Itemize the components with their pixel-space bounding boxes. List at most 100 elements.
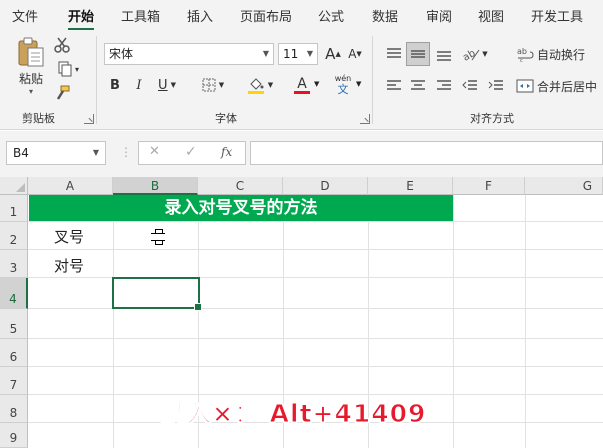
chevron-down-icon: ▾ <box>28 87 33 96</box>
column-header-g[interactable]: G <box>525 177 603 195</box>
tab-toolbox[interactable]: 工具箱 <box>121 6 160 25</box>
ribbon-tab-bar: 文件 开始 工具箱 插入 页面布局 公式 数据 审阅 视图 开发工具 <box>0 0 603 31</box>
row-header-6[interactable]: 6 <box>0 339 28 367</box>
grow-font-button[interactable]: A ▲ <box>324 43 342 65</box>
align-left-button[interactable] <box>382 74 406 98</box>
align-bottom-icon <box>437 51 451 61</box>
row-header-2[interactable]: 2 <box>0 222 28 250</box>
formula-buttons: ✕ ✓ fx <box>138 141 246 165</box>
bold-button[interactable]: B <box>106 74 124 96</box>
border-grid-icon <box>202 78 216 92</box>
middle-align-button[interactable] <box>406 42 430 66</box>
copy-button[interactable]: ▾ <box>52 60 84 78</box>
caret-down-icon: ▼ <box>356 50 362 58</box>
wrap-text-icon: ab c <box>517 47 534 62</box>
alignment-group-label: 对齐方式 <box>470 112 514 125</box>
gridline <box>525 195 526 448</box>
increase-indent-button[interactable] <box>484 74 508 98</box>
column-header-b[interactable]: B <box>113 177 198 195</box>
align-top-icon <box>387 48 401 58</box>
clipboard-launcher-icon[interactable] <box>84 114 94 124</box>
column-header-e[interactable]: E <box>368 177 453 195</box>
formula-input[interactable] <box>250 141 603 165</box>
font-launcher-icon[interactable] <box>360 114 370 124</box>
column-header-c[interactable]: C <box>198 177 283 195</box>
paste-button[interactable]: 粘贴 ▾ <box>12 36 50 96</box>
name-box-value: B4 <box>13 146 29 160</box>
name-box[interactable]: B4 ▼ <box>6 141 106 165</box>
row-header-7[interactable]: 7 <box>0 367 28 395</box>
clipboard-group-label: 剪贴板 <box>22 112 55 125</box>
worksheet-grid: A B C D E F G 1 2 3 4 5 6 7 8 9 录入对号叉号的方… <box>0 177 603 448</box>
merge-center-button[interactable]: 合并后居中 <box>516 74 603 98</box>
svg-text:c: c <box>520 58 523 62</box>
row-header-8[interactable]: 8 <box>0 395 28 423</box>
confirm-button[interactable]: ✓ <box>185 144 197 160</box>
chevron-down-icon: ▼ <box>170 81 176 89</box>
indent-increase-icon <box>488 80 503 90</box>
font-name-select[interactable]: 宋体 ▼ <box>104 43 274 65</box>
caret-up-icon: ▲ <box>335 50 341 58</box>
tab-developer[interactable]: 开发工具 <box>531 6 583 25</box>
tab-home[interactable]: 开始 <box>68 6 95 31</box>
tab-data[interactable]: 数据 <box>372 6 398 25</box>
bottom-align-button[interactable] <box>432 42 456 66</box>
wrap-text-button[interactable]: ab c 自动换行 <box>516 42 602 66</box>
row-header-1[interactable]: 1 <box>0 195 28 222</box>
cut-button[interactable] <box>52 36 72 54</box>
wrap-text-label: 自动换行 <box>537 47 586 62</box>
chevron-down-icon: ▼ <box>356 80 362 88</box>
active-cell-b4[interactable] <box>112 277 202 311</box>
cell-a2[interactable]: 叉号 <box>54 226 84 247</box>
ribbon-home: 粘贴 ▾ ▾ 剪贴板 宋体 ▼ 11 ▼ A ▲ A ▼ B I U ▼ ▼ ▼… <box>0 30 603 130</box>
cancel-button[interactable]: ✕ <box>149 144 160 159</box>
format-painter-button[interactable] <box>52 84 72 102</box>
font-size-select[interactable]: 11 ▼ <box>278 43 318 65</box>
column-header-a[interactable]: A <box>28 177 113 195</box>
phonetic-bottom-label: 文 <box>337 83 349 96</box>
gridline <box>28 249 603 250</box>
align-right-button[interactable] <box>432 74 456 98</box>
shrink-font-button[interactable]: A ▼ <box>346 43 364 65</box>
tab-formulas[interactable]: 公式 <box>318 6 344 25</box>
align-center-button[interactable] <box>406 74 430 98</box>
column-header-d[interactable]: D <box>283 177 368 195</box>
font-color-swatch <box>294 90 310 94</box>
chevron-down-icon: ▼ <box>92 148 99 157</box>
indent-decrease-icon <box>462 80 477 90</box>
row-header-9[interactable]: 9 <box>0 423 28 448</box>
shrink-font-label: A <box>348 47 357 61</box>
orientation-button[interactable]: ab ▼ <box>458 42 492 66</box>
tab-review[interactable]: 审阅 <box>426 6 452 25</box>
formula-bar: B4 ▼ ⋮ ✕ ✓ fx <box>0 131 603 177</box>
borders-button[interactable]: ▼ <box>196 74 230 96</box>
drag-handle-icon[interactable]: ⋮ <box>120 145 132 159</box>
chevron-down-icon: ▼ <box>262 49 269 58</box>
column-header-f[interactable]: F <box>453 177 525 195</box>
row-header-4[interactable]: 4 <box>0 278 28 309</box>
tab-view[interactable]: 视图 <box>478 6 504 25</box>
fill-color-button[interactable]: ▼ <box>242 74 278 96</box>
gridline <box>453 195 454 448</box>
tab-file[interactable]: 文件 <box>12 6 38 25</box>
underline-button[interactable]: U ▼ <box>152 74 182 96</box>
paint-bucket-icon <box>247 78 264 94</box>
italic-button[interactable]: I <box>130 74 148 96</box>
row-header-3[interactable]: 3 <box>0 250 28 278</box>
insert-function-button[interactable]: fx <box>221 145 232 159</box>
top-align-button[interactable] <box>382 42 406 66</box>
copy-icon <box>58 61 72 77</box>
tab-insert[interactable]: 插入 <box>187 6 213 25</box>
gridline <box>28 366 603 367</box>
chevron-down-icon: ▼ <box>306 49 313 58</box>
cell-a3[interactable]: 对号 <box>54 255 84 276</box>
decrease-indent-button[interactable] <box>458 74 482 98</box>
phonetic-button[interactable]: wén 文 <box>330 70 356 98</box>
select-all-button[interactable] <box>0 177 28 195</box>
tab-page-layout[interactable]: 页面布局 <box>240 6 292 25</box>
title-merged-cell[interactable]: 录入对号叉号的方法 <box>29 195 453 221</box>
align-left-icon <box>387 80 401 90</box>
group-divider <box>372 36 373 124</box>
row-header-5[interactable]: 5 <box>0 309 28 339</box>
group-divider <box>96 36 97 124</box>
